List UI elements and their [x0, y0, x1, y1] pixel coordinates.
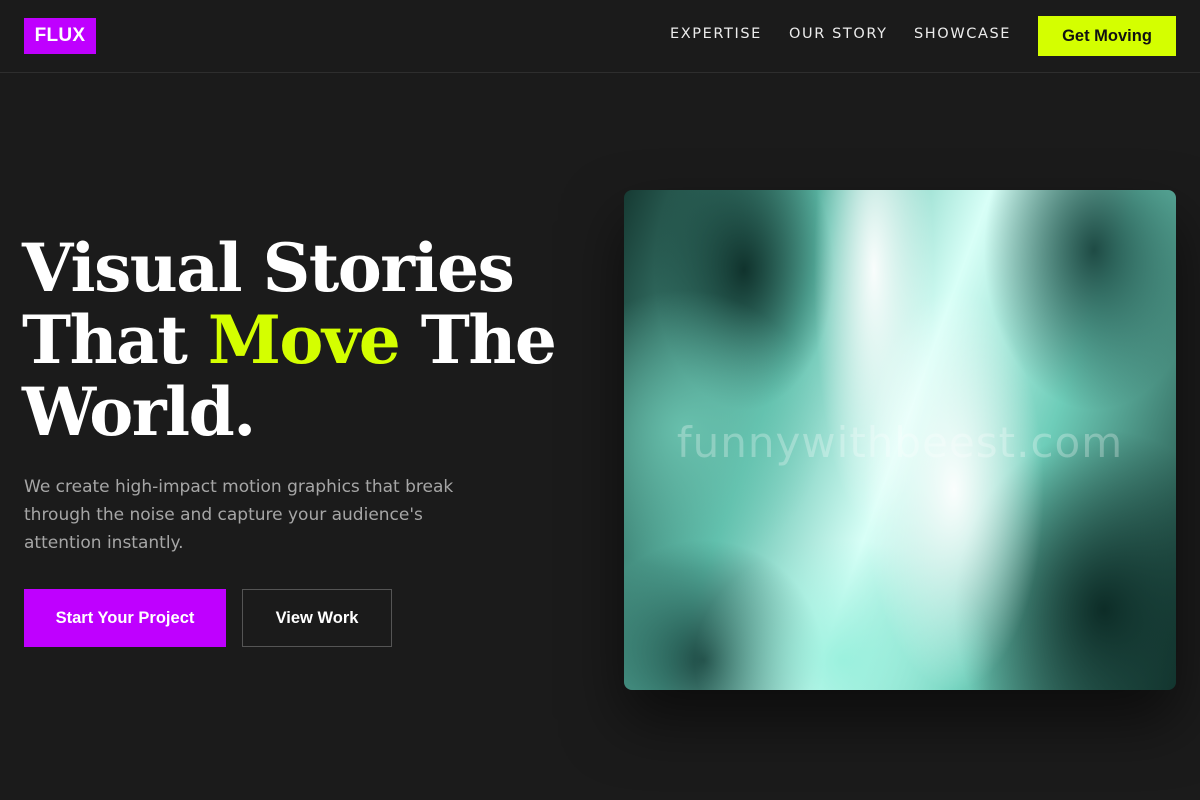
hero-title-line2-pre: That — [22, 301, 208, 379]
flux-logo[interactable]: FLUX — [24, 18, 96, 54]
hero-title-line2-post: The — [399, 301, 557, 379]
watermark-text: funnywithbeest.com — [676, 418, 1124, 467]
start-project-button[interactable]: Start Your Project — [24, 589, 226, 647]
hero-subtitle: We create high-impact motion graphics th… — [24, 477, 454, 553]
nav-link-our-story[interactable]: OUR STORY — [789, 26, 888, 42]
top-navbar: FLUX EXPERTISE OUR STORY SHOWCASE Get Mo… — [0, 0, 1200, 73]
view-work-button[interactable]: View Work — [242, 589, 392, 647]
hero-motion-visual: funnywithbeest.com — [624, 190, 1176, 690]
hero-title-line1: Visual Stories — [22, 229, 515, 307]
get-moving-button[interactable]: Get Moving — [1038, 16, 1176, 56]
nav-link-expertise[interactable]: EXPERTISE — [670, 26, 762, 42]
hero-title-accent: Move — [207, 301, 401, 379]
hero-title: Visual Stories That Move The World. — [22, 232, 582, 448]
hero-title-line3: World. — [22, 373, 256, 451]
nav-link-showcase[interactable]: SHOWCASE — [914, 26, 1011, 42]
